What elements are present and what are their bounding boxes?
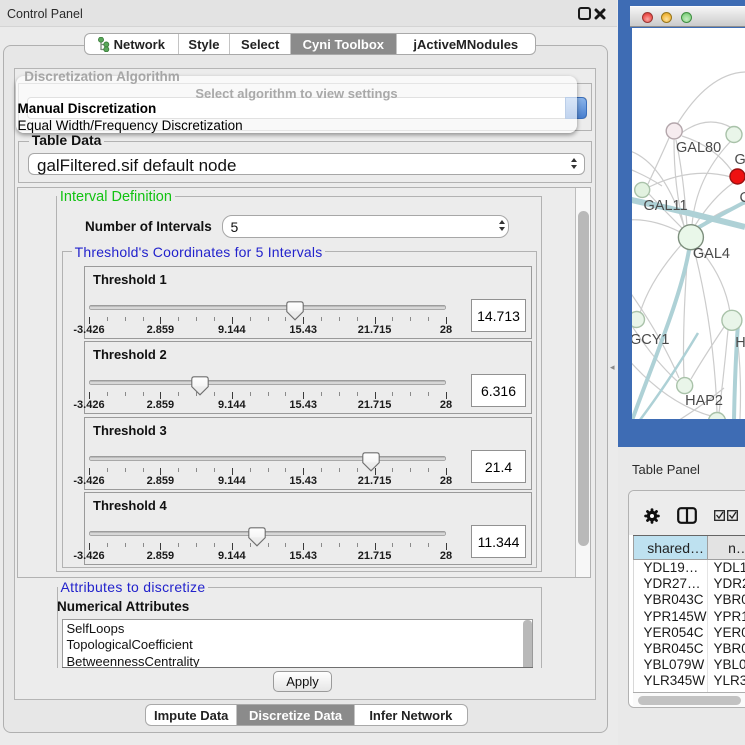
svg-text:C: C [740,190,745,206]
svg-text:GAL4: GAL4 [693,246,730,262]
svg-text:GAL11: GAL11 [644,198,688,214]
svg-text:GAL80: GAL80 [676,140,721,156]
svg-text:GA: GA [735,152,745,168]
svg-text:GCY1: GCY1 [632,332,670,348]
svg-text:HAP2: HAP2 [685,393,723,409]
svg-text:H: H [735,335,745,351]
